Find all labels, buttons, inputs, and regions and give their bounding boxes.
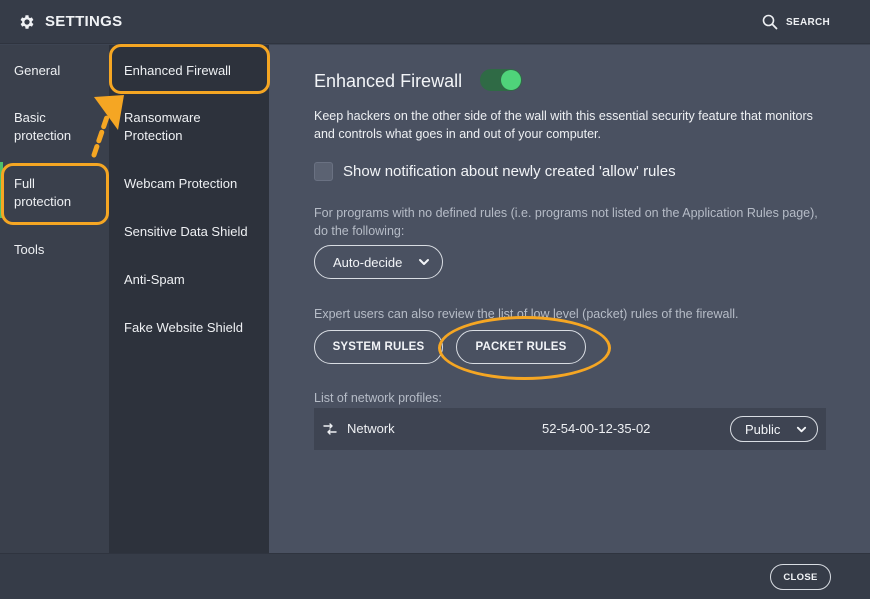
nav-item-full-protection[interactable]: Full protection: [14, 175, 71, 211]
chevron-down-icon: [419, 259, 429, 265]
expert-description: Expert users can also review the list of…: [314, 307, 739, 321]
section-title: Enhanced Firewall: [314, 71, 463, 91]
firewall-toggle[interactable]: [480, 69, 522, 91]
subnav-item-enhanced-firewall[interactable]: Enhanced Firewall: [124, 62, 231, 80]
network-type-value: Public: [745, 421, 781, 437]
main-panel: Enhanced Firewall Keep hackers on the ot…: [269, 45, 870, 553]
nav-item-tools[interactable]: Tools: [14, 241, 44, 259]
title-bar: SETTINGS SEARCH: [0, 0, 870, 44]
feature-description: Keep hackers on the other side of the wa…: [314, 109, 813, 141]
close-button[interactable]: CLOSE: [770, 564, 831, 590]
primary-nav: General Basic protection Full protection…: [0, 45, 109, 553]
subnav-item-fake-website-shield[interactable]: Fake Website Shield: [124, 319, 243, 337]
search-icon: [762, 14, 778, 30]
notification-checkbox-row[interactable]: Show notification about newly created 'a…: [314, 162, 676, 181]
subnav-item-webcam-protection[interactable]: Webcam Protection: [124, 175, 237, 193]
page-title: SETTINGS: [45, 13, 123, 30]
toggle-knob: [501, 70, 521, 90]
subnav-item-sensitive-data-shield[interactable]: Sensitive Data Shield: [124, 223, 248, 241]
network-profile-row: Network 52-54-00-12-35-02 Public: [314, 408, 826, 450]
notification-checkbox[interactable]: [314, 162, 333, 181]
packet-rules-button[interactable]: PACKET RULES: [456, 330, 586, 364]
subnav-item-anti-spam[interactable]: Anti-Spam: [124, 271, 185, 289]
system-rules-button[interactable]: SYSTEM RULES: [314, 330, 443, 364]
footer-bar: CLOSE: [0, 553, 870, 599]
dropdown-value: Auto-decide: [333, 254, 403, 270]
network-name: Network: [347, 421, 395, 436]
network-type-dropdown[interactable]: Public: [730, 416, 818, 442]
network-profiles-label: List of network profiles:: [314, 391, 442, 405]
nav-item-basic-protection[interactable]: Basic protection: [14, 109, 71, 145]
notification-checkbox-label: Show notification about newly created 'a…: [343, 163, 676, 180]
network-icon: [323, 423, 337, 435]
network-mac-address: 52-54-00-12-35-02: [542, 421, 651, 436]
default-action-dropdown[interactable]: Auto-decide: [314, 245, 443, 279]
secondary-nav: Enhanced Firewall Ransomware Protection …: [109, 45, 269, 553]
subnav-item-ransomware-protection[interactable]: Ransomware Protection: [124, 109, 201, 145]
chevron-down-icon: [796, 426, 807, 433]
search-button[interactable]: SEARCH: [762, 11, 830, 33]
nav-item-general[interactable]: General: [14, 62, 60, 80]
search-label: SEARCH: [786, 16, 831, 28]
gear-icon: [20, 15, 34, 29]
no-rules-description: For programs with no defined rules (i.e.…: [314, 206, 818, 238]
active-indicator: [0, 162, 3, 218]
